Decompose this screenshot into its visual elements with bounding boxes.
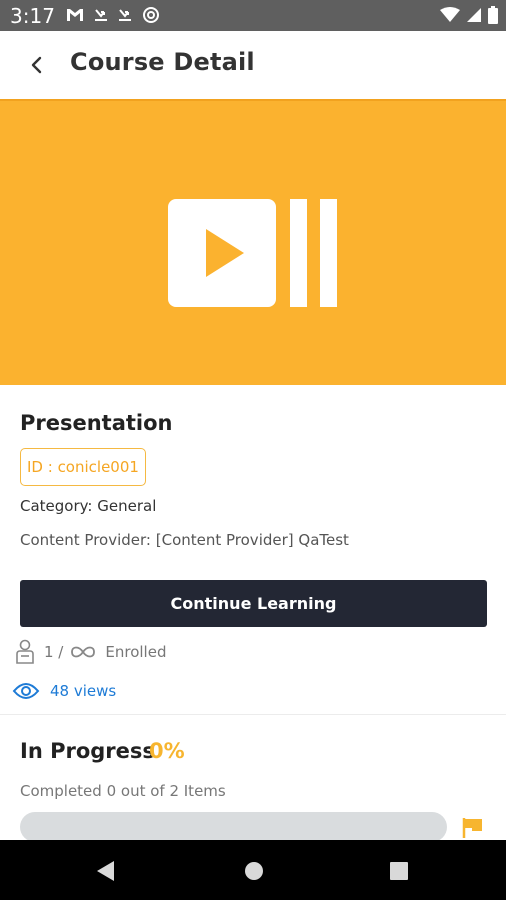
progress-heading: In Progress xyxy=(20,739,155,763)
status-time: 3:17 xyxy=(10,4,55,28)
status-bar: 3:17 xyxy=(0,0,506,31)
page-title: Course Detail xyxy=(70,48,255,76)
enrollment-info: 1 / Enrolled xyxy=(14,638,166,666)
course-category: Category: General xyxy=(20,497,157,515)
progress-bar xyxy=(20,812,447,842)
course-banner xyxy=(0,99,506,385)
infinity-icon xyxy=(71,646,96,658)
views-count: 48 views xyxy=(50,682,117,700)
course-title: Presentation xyxy=(20,411,173,435)
missed-call-icon xyxy=(119,9,131,21)
course-id-badge: ID : conicle001 xyxy=(20,448,146,486)
views-info: 48 views xyxy=(12,678,116,704)
flag-icon xyxy=(462,818,482,838)
enrolled-user-icon xyxy=(16,639,34,664)
missed-call-icon xyxy=(95,9,107,21)
course-detail-content: Presentation ID : conicle001 Category: G… xyxy=(0,385,506,842)
completed-items-text: Completed 0 out of 2 Items xyxy=(20,782,226,800)
at-sign-icon xyxy=(143,7,159,23)
section-divider xyxy=(0,714,506,715)
wifi-icon xyxy=(440,7,460,22)
enrolled-count: 1 / xyxy=(44,643,64,661)
signal-icon xyxy=(467,8,481,22)
system-icons xyxy=(440,6,498,24)
notification-icons xyxy=(66,6,160,24)
presentation-play-icon xyxy=(168,199,337,307)
app-bar: Course Detail xyxy=(0,31,506,99)
nav-back-icon[interactable] xyxy=(96,860,116,882)
content-provider: Content Provider: [Content Provider] QaT… xyxy=(20,531,349,549)
system-navigation-bar xyxy=(0,840,506,900)
back-button[interactable] xyxy=(18,47,54,83)
battery-icon xyxy=(488,6,498,24)
enrolled-label: Enrolled xyxy=(105,643,167,661)
chevron-left-icon xyxy=(31,56,42,74)
eye-icon xyxy=(12,683,40,699)
progress-percent: 0% xyxy=(149,739,185,763)
nav-home-icon[interactable] xyxy=(244,861,264,881)
continue-learning-button[interactable]: Continue Learning xyxy=(20,580,487,627)
gmail-icon xyxy=(67,9,83,21)
nav-recents-icon[interactable] xyxy=(390,862,408,880)
